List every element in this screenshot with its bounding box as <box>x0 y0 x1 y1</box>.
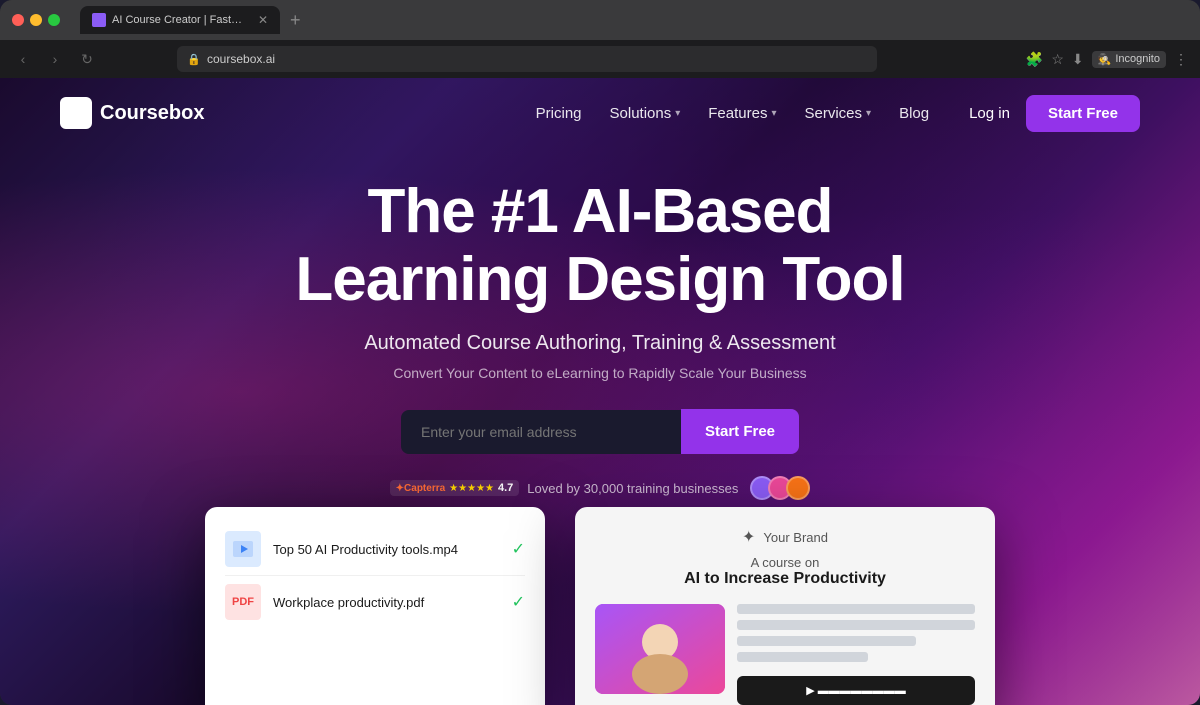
maximize-button[interactable] <box>48 14 60 26</box>
course-content: ▶ ▬▬▬▬▬▬▬▬ <box>595 604 975 705</box>
nav-services[interactable]: Services ▾ <box>805 105 872 122</box>
nav-solutions[interactable]: Solutions ▾ <box>610 105 681 122</box>
forward-button[interactable]: › <box>44 51 66 67</box>
traffic-lights <box>12 14 60 26</box>
social-proof: ✦Capterra ★★★★★ 4.7 Loved by 30,000 trai… <box>20 476 1180 500</box>
social-proof-label: Loved by 30,000 training businesses <box>527 481 738 496</box>
incognito-label: Incognito <box>1115 53 1160 65</box>
course-thumbnail <box>595 604 725 694</box>
capterra-badge: ✦Capterra ★★★★★ 4.7 <box>390 480 520 496</box>
logo-icon <box>60 97 92 129</box>
nav-start-free-button[interactable]: Start Free <box>1026 95 1140 132</box>
file-item-1: Top 50 AI Productivity tools.mp4 ✓ <box>225 523 525 575</box>
file-upload-card: Top 50 AI Productivity tools.mp4 ✓ PDF W… <box>205 507 545 705</box>
website-content: Coursebox Pricing Solutions ▾ Features ▾… <box>0 78 1200 705</box>
incognito-icon: 🕵 <box>1098 53 1112 66</box>
extensions-icon[interactable]: 🧩 <box>1026 51 1043 68</box>
active-tab[interactable]: AI Course Creator | Faster ar... ✕ <box>80 6 280 34</box>
file-1-name: Top 50 AI Productivity tools.mp4 <box>273 542 500 557</box>
capterra-logo: ✦Capterra <box>396 483 446 494</box>
check-icon-2: ✓ <box>512 592 525 612</box>
content-line-1 <box>737 604 975 614</box>
capterra-score: 4.7 <box>498 482 513 494</box>
nav-actions: Log in Start Free <box>969 95 1140 132</box>
download-icon[interactable]: ⬇ <box>1072 51 1084 68</box>
main-nav: Coursebox Pricing Solutions ▾ Features ▾… <box>0 78 1200 148</box>
lock-icon: 🔒 <box>187 53 201 66</box>
course-subtitle: A course on <box>595 555 975 570</box>
hero-subtitle: Automated Course Authoring, Training & A… <box>20 332 1180 355</box>
hero-start-free-button[interactable]: Start Free <box>681 409 799 454</box>
preview-section: Top 50 AI Productivity tools.mp4 ✓ PDF W… <box>0 507 1200 705</box>
course-action-btn[interactable]: ▶ ▬▬▬▬▬▬▬▬ <box>737 676 975 705</box>
new-tab-button[interactable]: + <box>284 10 307 31</box>
menu-icon[interactable]: ⋮ <box>1174 51 1188 68</box>
incognito-badge: 🕵 Incognito <box>1092 51 1166 68</box>
browser-actions: 🧩 ☆ ⬇ 🕵 Incognito ⋮ <box>1026 51 1188 68</box>
url-bar[interactable]: 🔒 coursebox.ai <box>177 46 877 72</box>
hero-title: The #1 AI-Based Learning Design Tool <box>20 178 1180 314</box>
url-text: coursebox.ai <box>207 52 275 66</box>
course-title-area: A course on AI to Increase Productivity <box>595 555 975 588</box>
nav-features[interactable]: Features ▾ <box>708 105 776 122</box>
brand-label: Your Brand <box>763 530 828 545</box>
avatar-group <box>750 476 810 500</box>
browser-frame: AI Course Creator | Faster ar... ✕ + ‹ ›… <box>0 0 1200 705</box>
content-line-2 <box>737 620 975 630</box>
avatar-3 <box>786 476 810 500</box>
tab-favicon <box>92 13 106 27</box>
mp4-file-icon <box>225 531 261 567</box>
logo-text: Coursebox <box>100 102 204 125</box>
nav-blog[interactable]: Blog <box>899 105 929 122</box>
login-button[interactable]: Log in <box>969 105 1010 122</box>
tab-title: AI Course Creator | Faster ar... <box>112 14 248 26</box>
address-bar: ‹ › ↻ 🔒 coursebox.ai 🧩 ☆ ⬇ 🕵 Incognito ⋮ <box>0 40 1200 78</box>
content-line-4 <box>737 652 868 662</box>
tab-close-icon[interactable]: ✕ <box>258 13 268 27</box>
brand-header: ✦ Your Brand <box>595 527 975 547</box>
file-2-name: Workplace productivity.pdf <box>273 595 500 610</box>
nav-links: Pricing Solutions ▾ Features ▾ Services … <box>536 105 929 122</box>
course-title: AI to Increase Productivity <box>595 570 975 588</box>
solutions-chevron-icon: ▾ <box>675 108 680 119</box>
hero-cta: Start Free <box>20 409 1180 454</box>
file-item-2: PDF Workplace productivity.pdf ✓ <box>225 575 525 628</box>
brand-icon: ✦ <box>742 527 755 547</box>
logo[interactable]: Coursebox <box>60 97 204 129</box>
check-icon-1: ✓ <box>512 539 525 559</box>
minimize-button[interactable] <box>30 14 42 26</box>
course-preview-card: ✦ Your Brand A course on AI to Increase … <box>575 507 995 705</box>
content-line-3 <box>737 636 916 646</box>
nav-pricing[interactable]: Pricing <box>536 105 582 122</box>
hero-description: Convert Your Content to eLearning to Rap… <box>20 365 1180 381</box>
refresh-button[interactable]: ↻ <box>76 51 98 68</box>
back-button[interactable]: ‹ <box>12 51 34 67</box>
features-chevron-icon: ▾ <box>771 108 776 119</box>
pdf-file-icon: PDF <box>225 584 261 620</box>
close-button[interactable] <box>12 14 24 26</box>
course-lines: ▶ ▬▬▬▬▬▬▬▬ <box>737 604 975 705</box>
bookmark-icon[interactable]: ☆ <box>1051 51 1064 68</box>
tab-bar: AI Course Creator | Faster ar... ✕ + <box>80 6 1188 34</box>
email-input[interactable] <box>401 410 681 454</box>
capterra-stars: ★★★★★ <box>449 483 494 494</box>
title-bar: AI Course Creator | Faster ar... ✕ + <box>0 0 1200 40</box>
hero-section: The #1 AI-Based Learning Design Tool Aut… <box>0 148 1200 500</box>
services-chevron-icon: ▾ <box>866 108 871 119</box>
